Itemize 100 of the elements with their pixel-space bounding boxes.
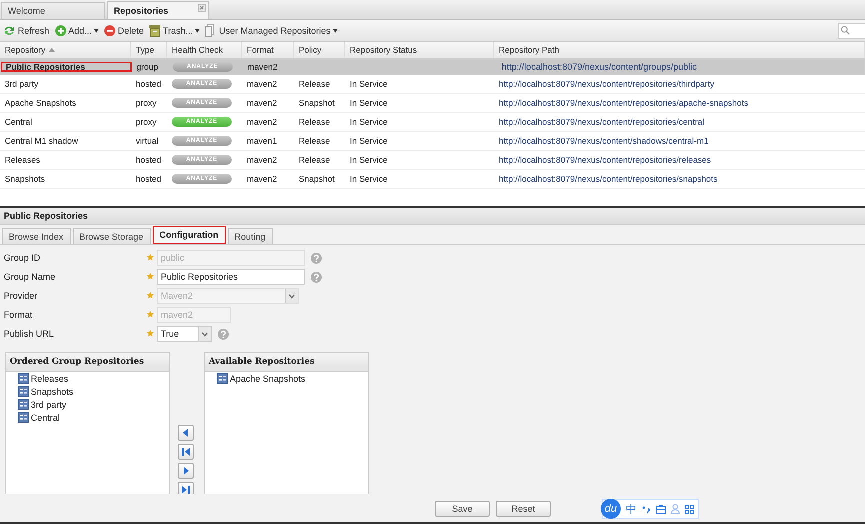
repository-icon — [18, 386, 29, 397]
help-icon[interactable] — [218, 328, 229, 340]
toolbar-button[interactable]: Refresh — [3, 24, 50, 36]
toolbar-button[interactable]: User Managed Repositories — [205, 24, 338, 37]
repository-icon — [18, 373, 29, 384]
move-button[interactable] — [178, 425, 194, 441]
table-cell: Public Repositories — [1, 62, 132, 72]
column-header[interactable]: Type — [131, 42, 167, 58]
move-button[interactable] — [178, 444, 194, 460]
table-cell: Release — [299, 136, 330, 146]
panel-title: Public Repositories — [0, 208, 865, 225]
add-icon — [54, 24, 67, 36]
grid-icon[interactable] — [685, 504, 694, 514]
toolbar-button[interactable]: Trash... — [149, 24, 200, 36]
list-item[interactable]: Central — [31, 412, 60, 422]
field-label: Format — [4, 310, 34, 320]
dropdown[interactable]: True — [157, 326, 212, 342]
toolbox-icon[interactable] — [656, 504, 666, 514]
toolbar-button[interactable]: Delete — [104, 24, 144, 36]
link[interactable]: http://localhost:8079/nexus/content/repositories/thirdparty — [499, 79, 714, 89]
list-item[interactable]: Snapshots — [31, 386, 74, 396]
ime-mode[interactable]: 中 — [626, 502, 637, 516]
field-label: Group Name — [4, 272, 57, 282]
repository-icon — [18, 399, 29, 410]
toolbar-button[interactable]: Add... — [54, 24, 100, 36]
tab[interactable]: Configuration — [152, 226, 226, 244]
refresh-icon — [3, 24, 16, 36]
delete-icon — [104, 24, 116, 36]
table-cell-text: hosted — [135, 154, 163, 167]
link[interactable]: http://localhost:8079/nexus/content/shadows/central-m1 — [499, 136, 709, 146]
table-cell-text: virtual — [135, 135, 160, 148]
table-cell: In Service — [350, 155, 388, 165]
table-cell-text: Snapshots — [4, 173, 46, 186]
column-header[interactable]: Repository Path — [494, 42, 865, 58]
tab[interactable]: Browse Storage — [72, 228, 151, 244]
link[interactable]: http://localhost:8079/nexus/content/groups/public — [498, 62, 860, 72]
table-cell-text: maven1 — [246, 135, 278, 148]
link[interactable]: http://localhost:8079/nexus/content/repositories/central — [499, 117, 705, 127]
trash-icon — [149, 24, 162, 36]
form-button[interactable]: Save — [435, 501, 490, 517]
table-cell: Release — [299, 117, 330, 127]
table-cell-text: Releases — [4, 154, 42, 167]
table-cell-text: maven2 — [246, 62, 279, 72]
link[interactable]: http://localhost:8079/nexus/content/repositories/snapshots — [499, 174, 718, 184]
tab[interactable]: Welcome — [1, 2, 105, 19]
table-cell-text: maven2 — [246, 116, 278, 129]
list-item[interactable]: Releases — [31, 374, 69, 384]
last-icon — [179, 483, 193, 494]
table-cell: Release — [299, 155, 330, 165]
table-cell-text: maven2 — [246, 78, 278, 91]
ime-logo[interactable]: du — [601, 499, 621, 519]
tab[interactable]: Routing — [228, 228, 273, 244]
column-header[interactable]: Repository Status — [345, 42, 494, 58]
list-title: Available Repositories — [205, 353, 368, 372]
table-cell-text: maven2 — [246, 154, 278, 167]
table-cell-text: proxy — [135, 116, 158, 129]
column-header[interactable]: Repository — [0, 42, 131, 58]
table-cell-text: 3rd party — [4, 78, 40, 91]
table-cell: In Service — [350, 174, 388, 184]
search-icon — [841, 26, 850, 35]
table-cell-text: Central M1 shadow — [4, 135, 80, 148]
move-button[interactable] — [178, 482, 194, 494]
table-cell: Snapshot — [299, 98, 335, 108]
table-cell-text: proxy — [135, 97, 158, 110]
move-button[interactable] — [178, 463, 194, 479]
form-button[interactable]: Reset — [496, 501, 551, 517]
punctuation-icon[interactable] — [642, 504, 651, 514]
table-cell: In Service — [350, 79, 388, 89]
list-item[interactable]: 3rd party — [31, 400, 67, 410]
table-cell-text: Apache Snapshots — [4, 97, 78, 110]
list-item[interactable]: Apache Snapshots — [230, 374, 306, 384]
table-cell: Release — [299, 79, 330, 89]
tab[interactable]: Browse Index — [2, 228, 71, 244]
link[interactable]: http://localhost:8079/nexus/content/repositories/apache-snapshots — [499, 98, 748, 108]
input-field[interactable]: Public Repositories — [157, 269, 305, 285]
field-label: Group ID — [4, 253, 42, 263]
table-cell-text: maven2 — [246, 97, 278, 110]
tab[interactable]: Repositories — [107, 1, 209, 19]
table-cell-text: hosted — [135, 78, 163, 91]
column-header[interactable]: Format — [242, 42, 294, 58]
column-header[interactable]: Policy — [294, 42, 345, 58]
list-title: Ordered Group Repositories — [6, 353, 169, 372]
close-icon[interactable] — [198, 4, 206, 12]
table-cell-text: group — [136, 62, 160, 72]
table-cell: In Service — [350, 98, 388, 108]
first-icon — [179, 445, 193, 459]
field-label: Publish URL — [4, 329, 56, 339]
link[interactable]: http://localhost:8079/nexus/content/repositories/releases — [499, 155, 712, 165]
help-icon[interactable] — [311, 272, 322, 282]
table-cell-text: hosted — [135, 173, 163, 186]
column-header[interactable]: Health Check — [167, 42, 242, 58]
search-field[interactable] — [838, 22, 865, 38]
repository-icon — [18, 412, 29, 423]
table-cell: Snapshot — [299, 174, 335, 184]
repository-icon — [217, 373, 228, 384]
table-cell: In Service — [350, 136, 388, 146]
field-label: Provider — [4, 291, 39, 301]
document-icon — [205, 24, 218, 37]
table-cell-text: maven2 — [246, 173, 278, 186]
table-cell-text: Central — [4, 116, 34, 129]
